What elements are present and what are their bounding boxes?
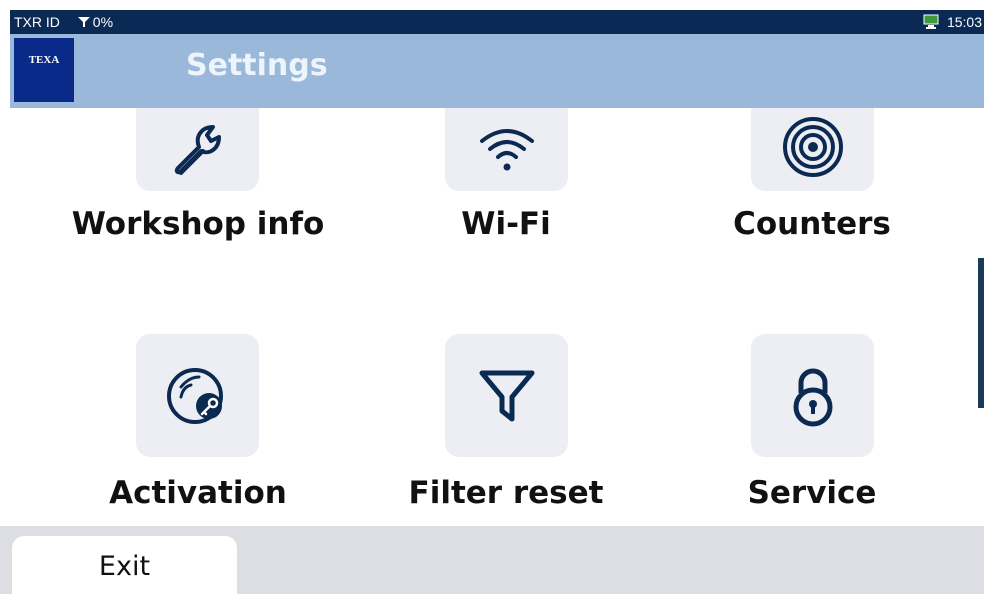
filter-icon	[445, 334, 568, 457]
tile-label: Service	[747, 475, 877, 511]
texa-logo: TEXA	[14, 38, 74, 102]
device-id: TXR ID	[14, 14, 60, 30]
padlock-icon	[751, 334, 874, 457]
network-icon	[923, 14, 939, 29]
status-right: 15:03	[923, 10, 982, 34]
tile-activation[interactable]: Activation	[48, 334, 348, 524]
scroll-indicator	[978, 258, 984, 408]
tile-label: Workshop info	[71, 206, 325, 242]
tile-label: Wi-Fi	[461, 206, 551, 242]
tile-service[interactable]: Service	[662, 334, 962, 524]
header: TEXA Settings	[10, 34, 984, 108]
status-time: 15:03	[946, 14, 982, 30]
tile-label: Counters	[733, 206, 891, 242]
wrench-icon	[136, 108, 259, 191]
tile-workshop-info[interactable]: Workshop info	[48, 108, 348, 268]
exit-button[interactable]: Exit	[12, 536, 237, 594]
tile-label: Activation	[109, 475, 287, 511]
tile-counters[interactable]: Counters	[662, 108, 962, 268]
footer-bar: Exit	[0, 526, 984, 594]
activation-icon	[136, 334, 259, 457]
signal-icon	[77, 17, 90, 27]
wifi-icon	[445, 108, 568, 191]
target-icon	[751, 108, 874, 191]
status-left: TXR ID 0%	[14, 10, 141, 34]
tile-wifi[interactable]: Wi-Fi	[356, 108, 656, 268]
tile-filter-reset[interactable]: Filter reset	[356, 334, 656, 524]
signal-value: 0%	[92, 14, 114, 30]
signal-indicator: 0%	[77, 14, 127, 30]
status-bar: TXR ID 0% 15:03	[10, 10, 984, 34]
page-title: Settings	[186, 48, 328, 83]
tile-label: Filter reset	[408, 475, 604, 511]
settings-grid: Workshop info Wi-Fi Counters Activation …	[0, 108, 984, 526]
